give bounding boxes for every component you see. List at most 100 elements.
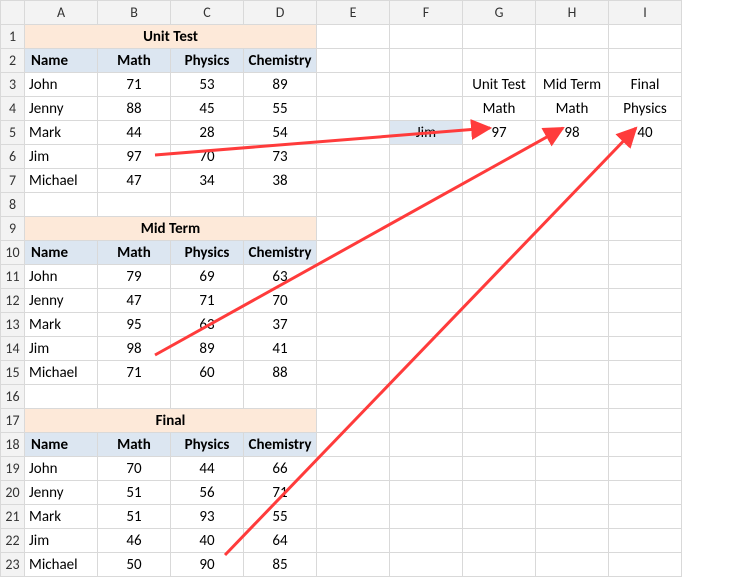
unit-head-math[interactable]: Math	[98, 49, 171, 73]
cell[interactable]: Jim	[25, 529, 98, 553]
row-header-16[interactable]: 16	[1, 385, 25, 409]
lookup-name[interactable]: Jim	[390, 121, 463, 145]
lookup-h1-3[interactable]: Final	[609, 73, 682, 97]
col-header-F[interactable]: F	[390, 1, 463, 25]
cell[interactable]: 53	[171, 73, 244, 97]
row-header-22[interactable]: 22	[1, 529, 25, 553]
row-header-20[interactable]: 20	[1, 481, 25, 505]
cell[interactable]	[463, 145, 536, 169]
cell[interactable]	[536, 457, 609, 481]
cell[interactable]	[390, 433, 463, 457]
cell[interactable]: 45	[171, 97, 244, 121]
cell[interactable]: Jenny	[25, 97, 98, 121]
mid-term-title[interactable]: Mid Term	[25, 217, 317, 241]
cell[interactable]: Mark	[25, 121, 98, 145]
cell[interactable]: 63	[171, 313, 244, 337]
cell[interactable]: 56	[171, 481, 244, 505]
cell[interactable]	[390, 97, 463, 121]
col-header-E[interactable]: E	[317, 1, 390, 25]
cell[interactable]	[536, 385, 609, 409]
cell[interactable]	[609, 529, 682, 553]
final-head-chemistry[interactable]: Chemistry	[244, 433, 317, 457]
cell[interactable]	[390, 169, 463, 193]
cell[interactable]	[98, 193, 171, 217]
cell[interactable]: John	[25, 457, 98, 481]
cell[interactable]	[390, 241, 463, 265]
cell[interactable]: Jenny	[25, 481, 98, 505]
row-header-8[interactable]: 8	[1, 193, 25, 217]
cell[interactable]	[390, 385, 463, 409]
cell[interactable]: 60	[171, 361, 244, 385]
cell[interactable]	[390, 409, 463, 433]
cell[interactable]	[609, 505, 682, 529]
cell[interactable]	[317, 505, 390, 529]
cell[interactable]	[536, 505, 609, 529]
unit-test-title[interactable]: Unit Test	[25, 25, 317, 49]
cell[interactable]	[536, 49, 609, 73]
spreadsheet-grid[interactable]: A B C D E F G H I 1 Unit Test 2 Name Mat…	[0, 0, 682, 577]
row-header-9[interactable]: 9	[1, 217, 25, 241]
lookup-val-3[interactable]: 40	[609, 121, 682, 145]
unit-head-name[interactable]: Name	[25, 49, 98, 73]
cell[interactable]	[390, 313, 463, 337]
row-header-1[interactable]: 1	[1, 25, 25, 49]
final-head-math[interactable]: Math	[98, 433, 171, 457]
cell[interactable]	[536, 193, 609, 217]
cell[interactable]: 38	[244, 169, 317, 193]
cell[interactable]: 73	[244, 145, 317, 169]
cell[interactable]	[536, 481, 609, 505]
cell[interactable]	[171, 193, 244, 217]
col-header-I[interactable]: I	[609, 1, 682, 25]
row-header-14[interactable]: 14	[1, 337, 25, 361]
cell[interactable]: 37	[244, 313, 317, 337]
cell[interactable]	[390, 289, 463, 313]
cell[interactable]	[609, 337, 682, 361]
cell[interactable]	[317, 169, 390, 193]
cell[interactable]	[463, 241, 536, 265]
cell[interactable]: 63	[244, 265, 317, 289]
cell[interactable]: 41	[244, 337, 317, 361]
cell[interactable]: Michael	[25, 361, 98, 385]
cell[interactable]	[536, 433, 609, 457]
cell[interactable]	[463, 289, 536, 313]
cell[interactable]	[463, 457, 536, 481]
cell[interactable]	[609, 265, 682, 289]
cell[interactable]	[390, 49, 463, 73]
row-header-10[interactable]: 10	[1, 241, 25, 265]
cell[interactable]	[390, 337, 463, 361]
cell[interactable]	[98, 385, 171, 409]
row-header-23[interactable]: 23	[1, 553, 25, 577]
cell[interactable]	[609, 457, 682, 481]
lookup-h1-2[interactable]: Mid Term	[536, 73, 609, 97]
cell[interactable]: 55	[244, 505, 317, 529]
row-header-2[interactable]: 2	[1, 49, 25, 73]
cell[interactable]	[463, 217, 536, 241]
col-header-B[interactable]: B	[98, 1, 171, 25]
lookup-h2-1[interactable]: Math	[463, 97, 536, 121]
cell[interactable]: Jim	[25, 145, 98, 169]
cell[interactable]	[463, 313, 536, 337]
cell[interactable]: 89	[171, 337, 244, 361]
cell[interactable]: 28	[171, 121, 244, 145]
cell[interactable]	[536, 25, 609, 49]
cell[interactable]	[317, 433, 390, 457]
cell[interactable]: 97	[98, 145, 171, 169]
cell[interactable]	[463, 337, 536, 361]
final-title[interactable]: Final	[25, 409, 317, 433]
cell[interactable]: Jenny	[25, 289, 98, 313]
cell[interactable]	[463, 409, 536, 433]
row-header-4[interactable]: 4	[1, 97, 25, 121]
cell[interactable]	[463, 361, 536, 385]
cell[interactable]: 34	[171, 169, 244, 193]
cell[interactable]	[317, 49, 390, 73]
cell[interactable]: Jim	[25, 337, 98, 361]
cell[interactable]	[463, 49, 536, 73]
cell[interactable]: 89	[244, 73, 317, 97]
cell[interactable]	[390, 73, 463, 97]
cell[interactable]: 70	[244, 289, 317, 313]
cell[interactable]	[609, 241, 682, 265]
cell[interactable]: 47	[98, 169, 171, 193]
lookup-h2-3[interactable]: Physics	[609, 97, 682, 121]
row-header-19[interactable]: 19	[1, 457, 25, 481]
cell[interactable]: 79	[98, 265, 171, 289]
